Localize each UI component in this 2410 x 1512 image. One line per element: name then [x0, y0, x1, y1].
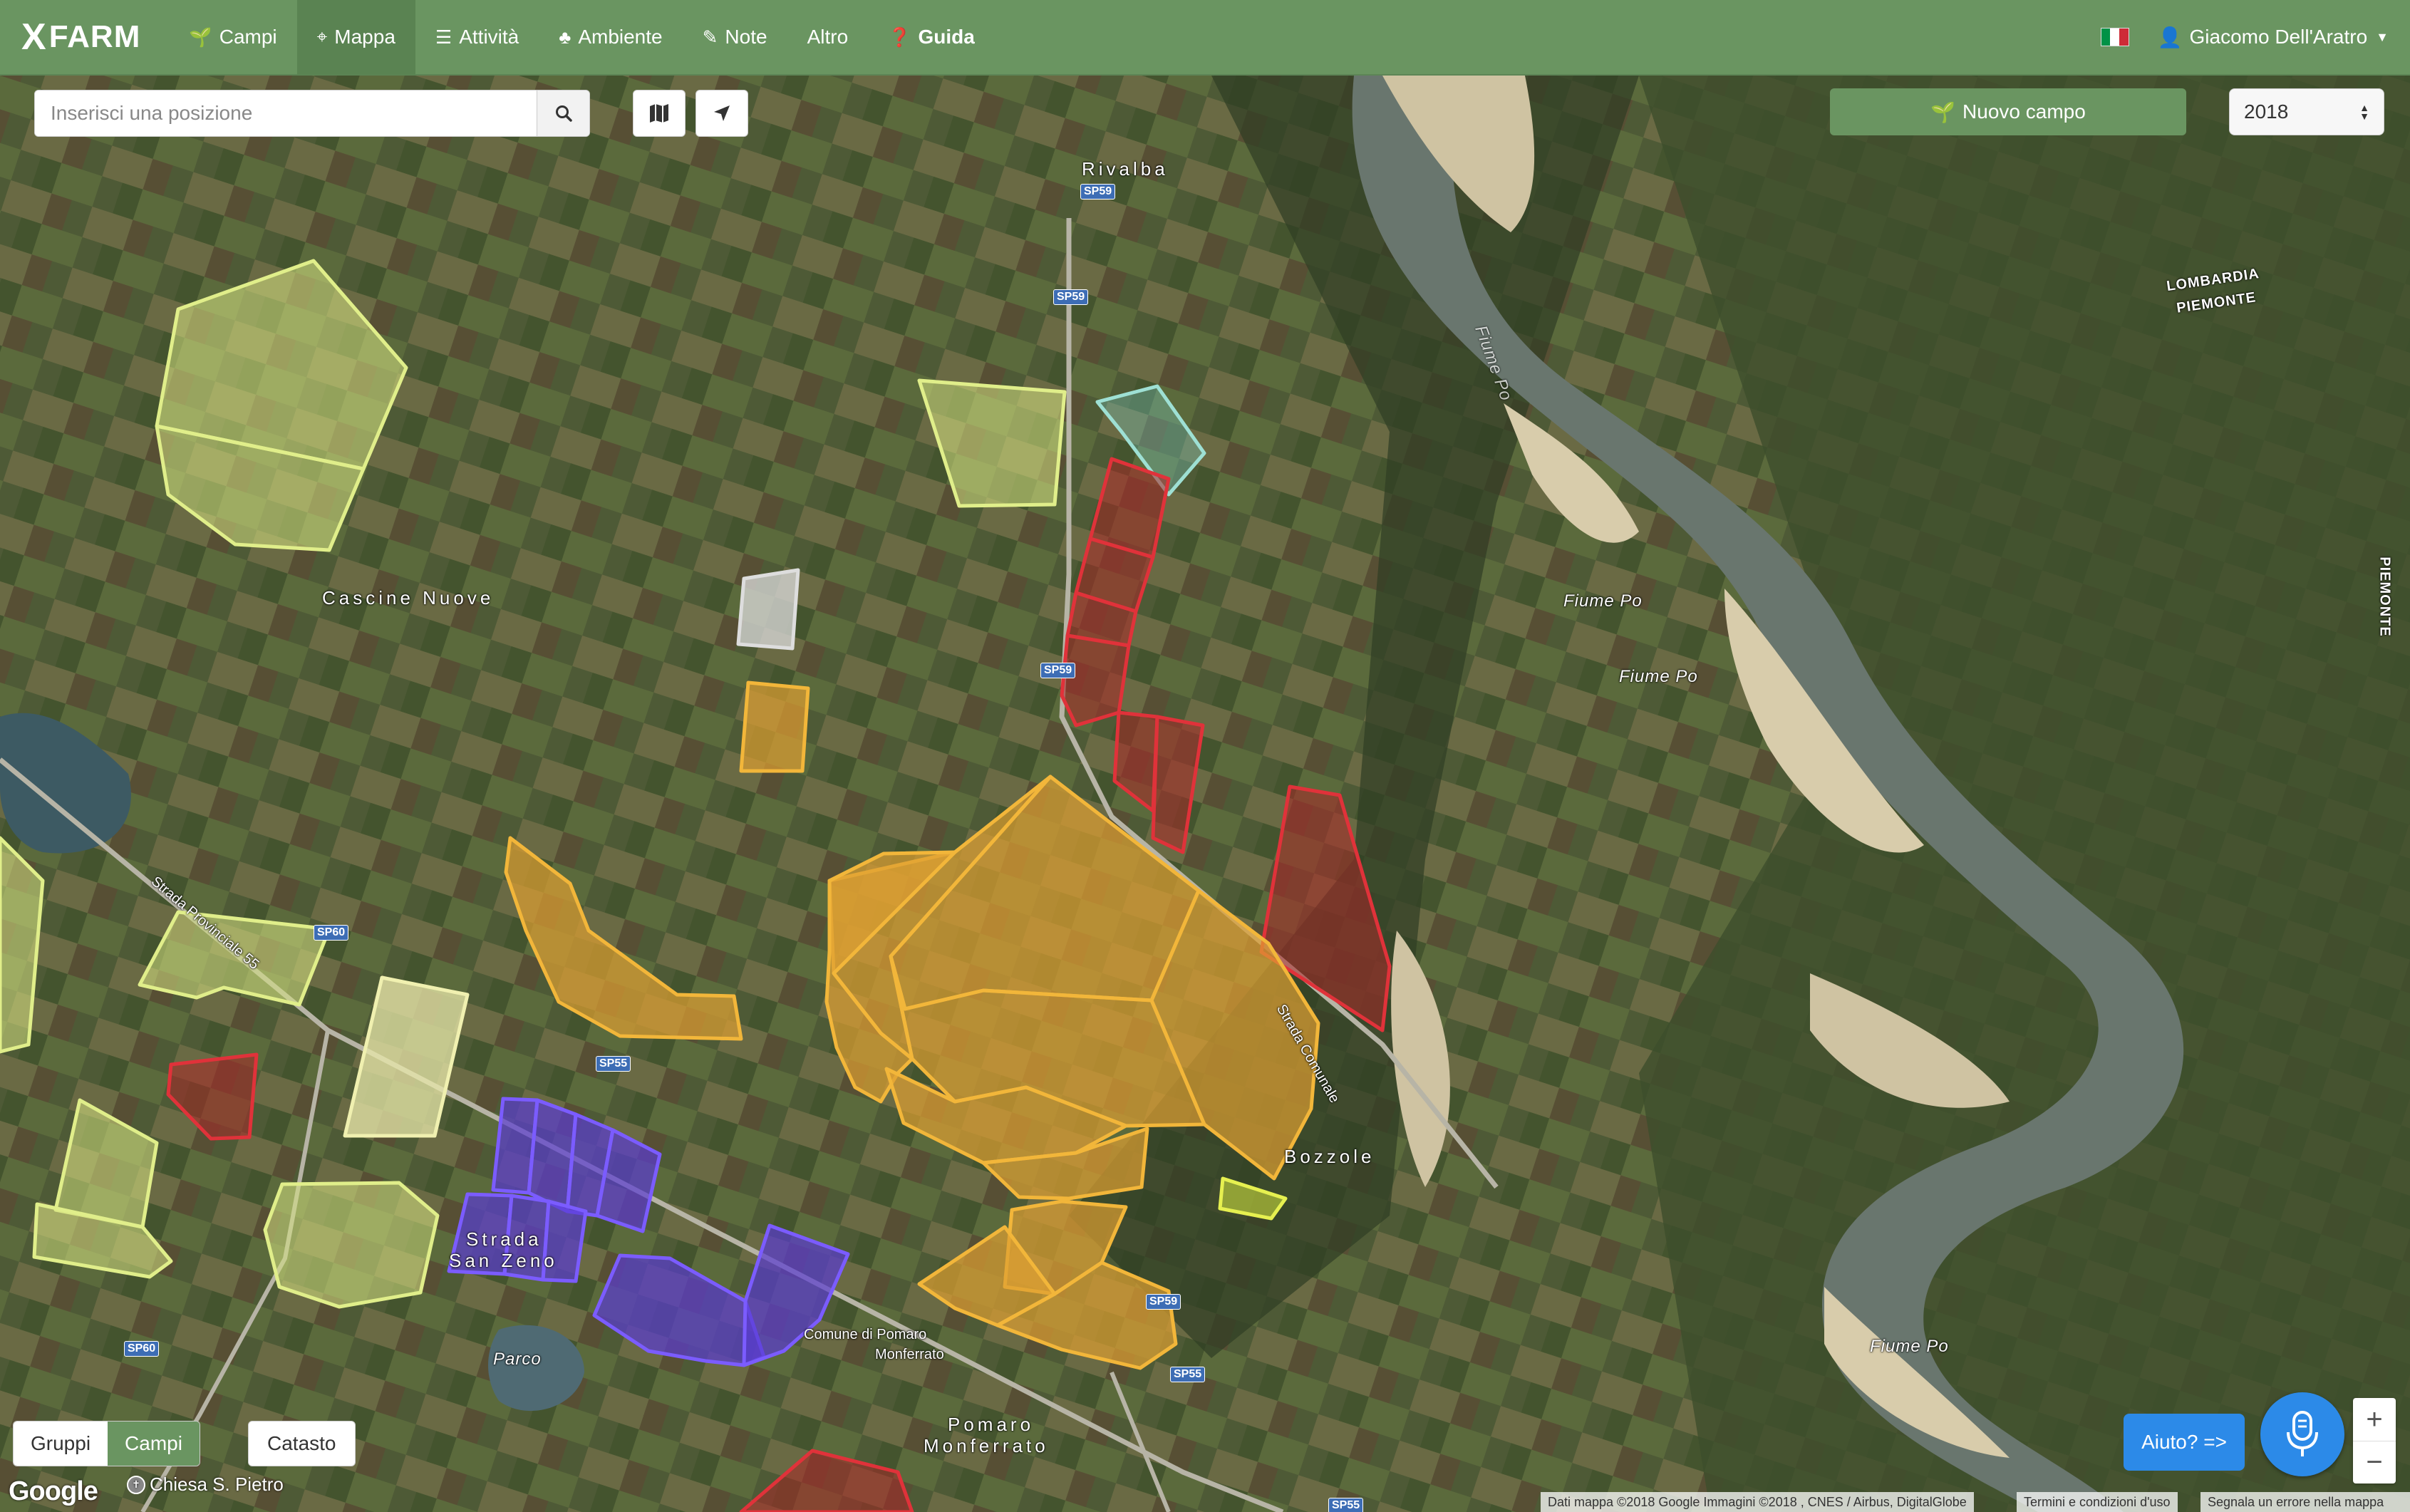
zoom-control: + −	[2353, 1398, 2396, 1483]
tree-icon: ♣	[559, 26, 572, 48]
field-polygon[interactable]	[739, 680, 810, 773]
location-arrow-icon	[714, 105, 730, 121]
nav-item-altro[interactable]: Altro	[787, 0, 869, 75]
user-menu[interactable]: 👤 Giacomo Dell'Aratro ▼	[2158, 26, 2389, 49]
place-label-cascine-nuove: Cascine Nuove	[322, 587, 495, 609]
poi-chiesa: ✝ Chiesa S. Pietro	[127, 1474, 284, 1496]
road-shield: SP55	[1170, 1367, 1206, 1382]
view-toggle: Gruppi Campi	[13, 1421, 200, 1466]
location-search	[34, 90, 590, 137]
new-field-button[interactable]: 🌱 Nuovo campo	[1830, 88, 2186, 135]
place-label-strada: Strada	[466, 1228, 542, 1250]
nav-item-campi[interactable]: 🌱 Campi	[169, 0, 296, 75]
new-field-label: Nuovo campo	[1962, 100, 2086, 123]
nav-item-label: Altro	[807, 26, 849, 48]
xfarm-logo[interactable]: X FARM	[21, 16, 140, 58]
zoom-out-button[interactable]: −	[2353, 1441, 2396, 1483]
river-label: Fiume Po	[1619, 667, 1698, 686]
church-pin-icon: ✝	[127, 1475, 145, 1494]
road-shield: SP59	[1146, 1294, 1181, 1310]
road-shield: SP55	[596, 1056, 631, 1072]
river-label: Fiume Po	[1870, 1337, 1949, 1356]
list-icon: ☰	[435, 26, 452, 48]
place-label-san-zeno: San Zeno	[449, 1250, 558, 1271]
field-polygon[interactable]	[736, 568, 800, 651]
toggle-campi[interactable]: Campi	[108, 1422, 200, 1466]
map-layers-button[interactable]	[633, 90, 686, 137]
map-canvas[interactable]	[0, 76, 2410, 1512]
locate-me-button[interactable]	[695, 90, 748, 137]
help-button[interactable]: Aiuto? =>	[2124, 1414, 2245, 1471]
toggle-gruppi[interactable]: Gruppi	[14, 1422, 108, 1466]
top-navbar: X FARM 🌱 Campi ⌖ Mappa ☰ Attività ♣ Ambi…	[0, 0, 2410, 76]
caret-down-icon: ▼	[2376, 29, 2389, 44]
brand-mark: X	[21, 16, 46, 58]
location-search-input[interactable]	[35, 90, 537, 136]
poi-label-comune-monferrato: Monferrato	[875, 1347, 944, 1362]
google-logo: Google	[9, 1476, 98, 1506]
report-error-link[interactable]: Segnala un errore nella mappa	[2200, 1492, 2410, 1512]
nav-item-label: Note	[725, 26, 767, 48]
italy-flag-icon[interactable]	[2100, 28, 2129, 46]
place-label-bozzole: Bozzole	[1284, 1146, 1375, 1167]
place-label-monferrato: Monferrato	[924, 1435, 1049, 1456]
satellite-map[interactable]: Rivalba Cascine Nuove Bozzole Strada San…	[0, 76, 2410, 1512]
nav-item-label: Guida	[918, 26, 975, 48]
seedling-icon: 🌱	[1930, 100, 1956, 123]
map-marker-icon: ⌖	[316, 26, 328, 47]
year-select[interactable]: 2018 ▲ ▼	[2229, 88, 2384, 135]
road-shield: SP60	[124, 1341, 160, 1357]
catasto-button[interactable]: Catasto	[248, 1421, 356, 1466]
nav-item-mappa[interactable]: ⌖ Mappa	[296, 0, 415, 75]
river-label: Fiume Po	[1563, 591, 1643, 611]
road-shield: SP59	[1080, 184, 1116, 200]
place-label-pomaro: Pomaro	[948, 1414, 1035, 1435]
nav-item-label: Ambiente	[578, 26, 663, 48]
voice-assistant-button[interactable]	[2260, 1392, 2344, 1476]
nav-item-label: Attività	[459, 26, 519, 48]
microphone-icon	[2287, 1411, 2318, 1456]
map-attribution: Dati mappa ©2018 Google Immagini ©2018 ,…	[1541, 1492, 1974, 1512]
edit-icon: ✎	[702, 26, 718, 48]
search-icon	[555, 105, 572, 122]
nav-item-label: Campi	[219, 26, 277, 48]
terms-link[interactable]: Termini e condizioni d'uso	[2017, 1492, 2178, 1512]
field-polygon[interactable]	[263, 1181, 440, 1309]
nav-item-guida[interactable]: ❓ Guida	[868, 0, 995, 75]
question-circle-icon: ❓	[888, 26, 911, 48]
select-arrows-icon: ▲ ▼	[2359, 102, 2369, 122]
poi-label-parco: Parco	[493, 1350, 542, 1369]
user-name: Giacomo Dell'Aratro	[2189, 26, 2368, 48]
road-shield: SP55	[1328, 1498, 1364, 1512]
poi-label-comune: Comune di Pomaro	[804, 1327, 927, 1342]
road-shield: SP59	[1053, 289, 1089, 305]
nav-item-attivita[interactable]: ☰ Attività	[415, 0, 539, 75]
nav-item-ambiente[interactable]: ♣ Ambiente	[539, 0, 682, 75]
region-label-piemonte-east: PIEMONTE	[2377, 556, 2393, 637]
poi-chiesa-label: Chiesa S. Pietro	[150, 1474, 284, 1495]
road-shield: SP60	[314, 925, 349, 941]
user-icon: 👤	[2157, 26, 2183, 48]
road-shield: SP59	[1040, 663, 1076, 678]
nav-right-group: 👤 Giacomo Dell'Aratro ▼	[2100, 26, 2410, 49]
nav-item-note[interactable]: ✎ Note	[683, 0, 787, 75]
place-label-rivalba: Rivalba	[1082, 158, 1169, 180]
nav-item-label: Mappa	[334, 26, 395, 48]
year-value: 2018	[2244, 100, 2289, 123]
brand-name: FARM	[48, 19, 141, 54]
seedling-icon: 🌱	[189, 26, 212, 48]
map-icon	[650, 104, 668, 123]
zoom-in-button[interactable]: +	[2353, 1398, 2396, 1441]
search-button[interactable]	[537, 90, 589, 136]
